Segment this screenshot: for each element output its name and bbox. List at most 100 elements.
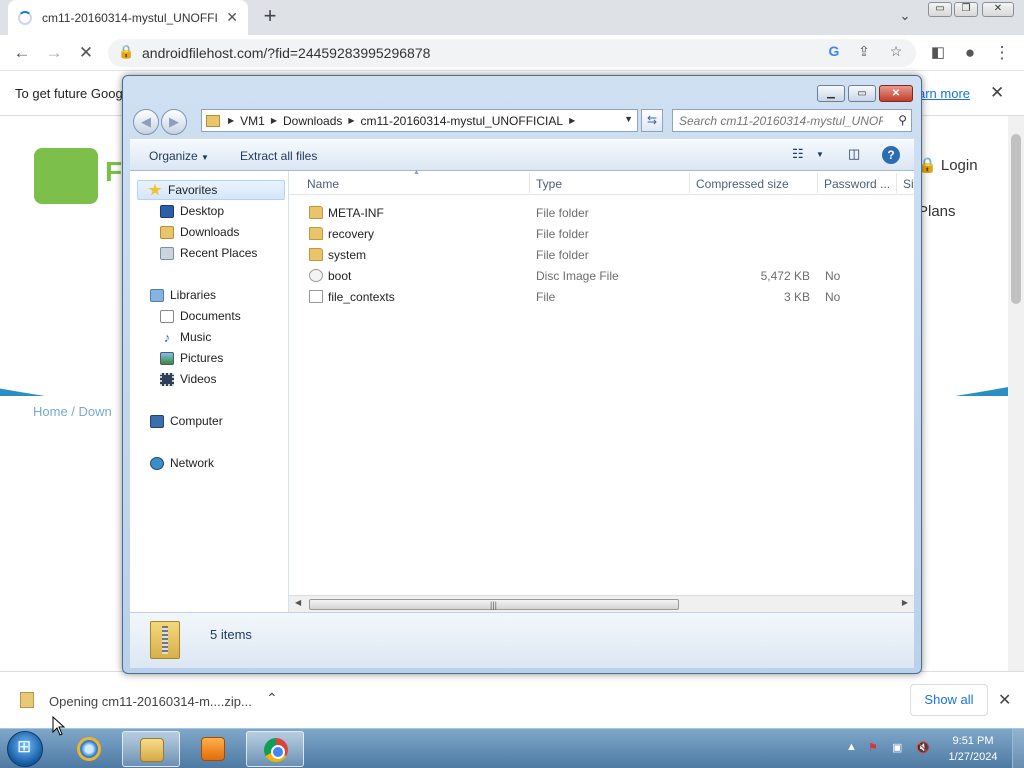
nav-pictures[interactable]: Pictures [160,348,223,368]
scroll-thumb[interactable]: ||| [309,599,679,610]
show-hidden-icons-icon[interactable]: ▲ [846,741,857,753]
plans-link[interactable]: Plans [918,203,956,220]
restore-button[interactable]: ❐ [954,2,978,17]
nav-network[interactable]: Network [150,453,214,473]
bookmark-star-icon[interactable]: ☆ [886,43,906,60]
breadcrumb-zip[interactable]: cm11-20160314-mystul_UNOFFICIAL [361,114,564,128]
close-shelf-icon[interactable]: ✕ [998,690,1011,710]
nav-recent-places[interactable]: Recent Places [160,243,257,263]
page-scrollbar[interactable] [1008,116,1024,671]
preview-pane-icon[interactable]: ◫ [848,146,860,162]
table-row[interactable]: recovery File folder [289,223,914,244]
system-clock[interactable]: 9:51 PM 1/27/2024 [938,733,1008,765]
column-divider[interactable] [817,173,818,193]
nav-music[interactable]: ♪ Music [160,327,212,347]
table-row[interactable]: file_contexts File 3 KB No [289,286,914,307]
back-arrow-icon[interactable]: ← [10,41,34,65]
view-dropdown-icon[interactable]: ▼ [816,150,824,159]
table-row[interactable]: boot Disc Image File 5,472 KB No [289,265,914,286]
taskbar-windows-explorer[interactable] [122,731,180,767]
forward-button[interactable]: ▶ [161,109,187,135]
side-panel-icon[interactable]: ◧ [926,41,950,65]
share-icon[interactable]: ⇪ [854,43,874,60]
column-divider[interactable] [529,173,530,193]
table-row[interactable]: META-INF File folder [289,202,914,223]
extract-all-button[interactable]: Extract all files [240,149,317,163]
horizontal-scrollbar[interactable]: ◀ ||| ▶ [289,595,914,612]
search-icon[interactable]: ⚲ [898,113,907,127]
browser-tab[interactable]: cm11-20160314-mystul_UNOFFI ✕ [8,0,248,35]
login-link[interactable]: 🔒 Login [918,156,978,174]
scroll-left-icon[interactable]: ◀ [295,598,301,607]
address-dropdown-icon[interactable]: ▼ [624,114,633,124]
nav-libraries[interactable]: Libraries [150,285,216,305]
breadcrumb-arrow-icon[interactable]: ▶ [228,116,234,125]
breadcrumb-arrow-icon[interactable]: ▶ [348,116,354,125]
action-center-flag-icon[interactable]: ⚑ [868,741,878,754]
column-type[interactable]: Type [536,177,562,191]
network-tray-icon[interactable]: ▣ [892,741,902,754]
start-button[interactable] [7,731,43,767]
table-row[interactable]: system File folder [289,244,914,265]
column-divider[interactable] [896,173,897,193]
explorer-maximize-button[interactable]: ▭ [848,85,876,102]
tab-close-icon[interactable]: ✕ [226,9,238,26]
file-icon [309,290,323,303]
view-options-icon[interactable]: ☷ [792,146,804,162]
stop-loading-icon[interactable]: ✕ [74,41,98,65]
column-divider[interactable] [689,173,690,193]
media-player-icon [201,737,225,761]
chevron-up-icon[interactable]: ⌃ [266,690,278,707]
scroll-thumb[interactable] [1011,134,1021,304]
new-tab-button[interactable]: + [258,5,282,29]
nav-downloads[interactable]: Downloads [160,222,239,242]
taskbar-chrome[interactable] [246,731,304,767]
column-password[interactable]: Password ... [824,177,890,191]
tab-search-chevron-icon[interactable]: ⌄ [895,8,915,28]
minimize-button[interactable]: ▭ [928,2,952,17]
nav-documents[interactable]: Documents [160,306,241,326]
file-compressed-size: 3 KB [783,290,810,304]
forward-arrow-icon[interactable]: → [42,41,66,65]
command-bar: Organize ▼ Extract all files ☷ ▼ ◫ ? [130,139,914,171]
breadcrumb-arrow-icon[interactable]: ▶ [569,116,575,125]
organize-button[interactable]: Organize ▼ [149,149,209,163]
explorer-close-button[interactable]: ✕ [879,85,913,102]
search-input[interactable] [673,110,883,131]
refresh-icon[interactable]: ⇆ [641,109,663,132]
nav-videos[interactable]: Videos [160,369,216,389]
column-name[interactable]: Name [307,177,339,191]
explorer-minimize-button[interactable]: ▁ [817,85,845,102]
profile-avatar-icon[interactable]: ● [958,41,982,65]
item-count: 5 items [210,627,252,642]
taskbar-internet-explorer[interactable] [60,731,118,767]
nav-desktop[interactable]: Desktop [160,201,224,221]
volume-muted-icon[interactable]: 🔇 [916,741,930,754]
menu-kebab-icon[interactable]: ⋮ [990,41,1014,65]
taskbar-media-player[interactable] [184,731,242,767]
show-all-button[interactable]: Show all [910,684,988,716]
breadcrumb-arrow-icon[interactable]: ▶ [271,116,277,125]
breadcrumb-downloads[interactable]: Downloads [283,114,342,128]
show-desktop-button[interactable] [1012,729,1024,768]
close-window-button[interactable]: ✕ [982,2,1014,17]
nav-favorites[interactable]: Favorites [137,180,285,200]
address-breadcrumb[interactable]: ▶ VM1 ▶ Downloads ▶ cm11-20160314-mystul… [201,109,638,132]
nav-computer[interactable]: Computer [150,411,223,431]
breadcrumb[interactable]: Home / Down [33,404,112,419]
column-compressed-size[interactable]: Compressed size [696,177,789,191]
infobar-close-icon[interactable]: ✕ [990,83,1004,103]
site-logo-icon[interactable] [34,148,98,204]
breadcrumb-vm1[interactable]: VM1 [240,114,265,128]
scroll-right-icon[interactable]: ▶ [902,598,908,607]
learn-more-link[interactable]: arn more [918,86,970,101]
search-box[interactable]: ⚲ [672,109,912,132]
back-button[interactable]: ◀ [133,109,159,135]
download-item-name[interactable]: Opening cm11-20160314-m....zip... [49,694,252,709]
google-lens-icon[interactable]: G [824,43,844,59]
help-icon[interactable]: ? [882,146,900,164]
star-icon [148,183,162,196]
address-bar[interactable]: 🔒 androidfilehost.com/?fid=2445928399529… [108,39,916,67]
column-size[interactable]: Si [903,177,914,191]
file-name: boot [328,269,352,283]
